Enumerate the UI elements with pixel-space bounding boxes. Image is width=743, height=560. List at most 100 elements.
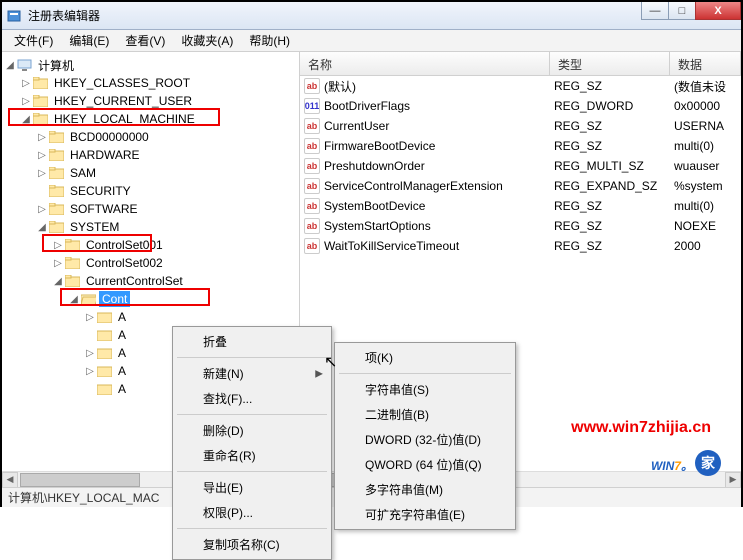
ctx-label: 新建(N): [203, 367, 244, 381]
ctx-permissions[interactable]: 权限(P)...: [175, 500, 329, 525]
expand-toggle[interactable]: ▷: [36, 168, 48, 179]
expand-toggle[interactable]: ◢: [4, 60, 16, 71]
expand-toggle[interactable]: ▷: [20, 96, 32, 107]
ctx-separator: [339, 373, 511, 374]
expand-toggle[interactable]: ▷: [84, 312, 96, 323]
folder-icon: [96, 310, 112, 324]
string-value-icon: ab: [304, 78, 320, 94]
tree-item-security[interactable]: ▷SECURITY: [36, 182, 299, 200]
maximize-button[interactable]: □: [668, 2, 696, 20]
list-row[interactable]: abSystemStartOptionsREG_SZ NOEXE: [300, 216, 741, 236]
value-data: multi(0): [670, 197, 741, 215]
list-body: ab(默认)REG_SZ(数值未设011BootDriverFlagsREG_D…: [300, 76, 741, 256]
ctx-new-binary[interactable]: 二进制值(B): [337, 402, 513, 427]
folder-open-icon: [80, 292, 96, 306]
ctx-new-string[interactable]: 字符串值(S): [337, 377, 513, 402]
folder-icon: [32, 76, 48, 90]
tree-item-cs001[interactable]: ▷ControlSet001: [52, 236, 299, 254]
list-row[interactable]: abCurrentUserREG_SZUSERNA: [300, 116, 741, 136]
tree-item-hklm[interactable]: ◢HKEY_LOCAL_MACHINE: [20, 110, 299, 128]
list-header: 名称 类型 数据: [300, 52, 741, 76]
expand-toggle[interactable]: ▷: [36, 150, 48, 161]
list-row[interactable]: ab(默认)REG_SZ(数值未设: [300, 76, 741, 96]
logo-dot: 。: [681, 459, 693, 473]
column-name[interactable]: 名称: [300, 52, 550, 75]
expand-toggle[interactable]: ▷: [84, 366, 96, 377]
tree-label: A: [115, 309, 129, 325]
expand-toggle[interactable]: ▷: [20, 78, 32, 89]
expand-toggle[interactable]: ▷: [36, 204, 48, 215]
value-data: %system: [670, 177, 741, 195]
ctx-separator: [177, 414, 327, 415]
ctx-new-key[interactable]: 项(K): [337, 345, 513, 370]
menu-help[interactable]: 帮助(H): [241, 30, 298, 51]
ctx-export[interactable]: 导出(E): [175, 475, 329, 500]
tree-item-bcd[interactable]: ▷ BCD00000000: [36, 128, 299, 146]
value-name: (默认): [324, 78, 356, 95]
ctx-delete[interactable]: 删除(D): [175, 418, 329, 443]
tree-item-hardware[interactable]: ▷HARDWARE: [36, 146, 299, 164]
ctx-new-qword[interactable]: QWORD (64 位)值(Q): [337, 452, 513, 477]
expand-toggle[interactable]: ◢: [20, 114, 32, 125]
menu-file[interactable]: 文件(F): [6, 30, 61, 51]
tree-item-hkcu[interactable]: ▷HKEY_CURRENT_USER: [20, 92, 299, 110]
string-value-icon: ab: [304, 138, 320, 154]
tree-item-ccs[interactable]: ◢ CurrentControlSet: [52, 272, 299, 290]
menu-view[interactable]: 查看(V): [117, 30, 173, 51]
folder-icon: [48, 220, 64, 234]
folder-icon: [32, 112, 48, 126]
list-row[interactable]: abFirmwareBootDeviceREG_SZmulti(0): [300, 136, 741, 156]
tree-item-system[interactable]: ◢SYSTEM: [36, 218, 299, 236]
scroll-thumb[interactable]: [20, 473, 140, 487]
tree-item-computer[interactable]: ◢ 计算机: [4, 56, 299, 74]
list-row[interactable]: 011BootDriverFlagsREG_DWORD0x00000: [300, 96, 741, 116]
ctx-new[interactable]: 新建(N)▶: [175, 361, 329, 386]
menu-edit[interactable]: 编辑(E): [61, 30, 117, 51]
tree-item-software[interactable]: ▷SOFTWARE: [36, 200, 299, 218]
expand-toggle[interactable]: ▷: [84, 348, 96, 359]
tree-label: CurrentControlSet: [83, 273, 186, 289]
ctx-copykeyname[interactable]: 复制项名称(C): [175, 532, 329, 557]
ctx-new-multistring[interactable]: 多字符串值(M): [337, 477, 513, 502]
expand-toggle[interactable]: ◢: [36, 222, 48, 233]
menu-favorites[interactable]: 收藏夹(A): [173, 30, 241, 51]
window-title: 注册表编辑器: [28, 7, 100, 24]
logo-pre: WIN: [651, 459, 674, 473]
value-data: (数值未设: [670, 76, 741, 97]
tree-item-cs002[interactable]: ▷ControlSet002: [52, 254, 299, 272]
list-row[interactable]: abSystemBootDeviceREG_SZmulti(0): [300, 196, 741, 216]
close-button[interactable]: X: [695, 2, 741, 20]
minimize-button[interactable]: —: [641, 2, 669, 20]
ctx-collapse[interactable]: 折叠: [175, 329, 329, 354]
column-type[interactable]: 类型: [550, 52, 670, 75]
ctx-rename[interactable]: 重命名(R): [175, 443, 329, 468]
list-row[interactable]: abWaitToKillServiceTimeoutREG_SZ2000: [300, 236, 741, 256]
tree-item-hkcr[interactable]: ▷HKEY_CLASSES_ROOT: [20, 74, 299, 92]
status-path: 计算机\HKEY_LOCAL_MAC: [8, 489, 159, 506]
expand-toggle[interactable]: ◢: [68, 294, 80, 305]
folder-icon: [48, 130, 64, 144]
column-data[interactable]: 数据: [670, 52, 741, 75]
list-row[interactable]: abPreshutdownOrderREG_MULTI_SZwuauser: [300, 156, 741, 176]
value-type: REG_SZ: [550, 117, 670, 135]
list-row[interactable]: abServiceControlManagerExtensionREG_EXPA…: [300, 176, 741, 196]
ctx-new-dword[interactable]: DWORD (32-位)值(D): [337, 427, 513, 452]
ctx-find[interactable]: 查找(F)...: [175, 386, 329, 411]
logo-seven: 7: [674, 459, 681, 473]
folder-icon: [96, 346, 112, 360]
tree-item[interactable]: ▷A: [84, 308, 299, 326]
expand-toggle[interactable]: ▷: [52, 240, 64, 251]
ctx-separator: [177, 471, 327, 472]
tree-label: A: [115, 363, 129, 379]
tree-label: BCD00000000: [67, 129, 152, 145]
scroll-left-arrow[interactable]: ◀: [2, 472, 18, 488]
value-type: REG_EXPAND_SZ: [550, 177, 670, 195]
tree-item-sam[interactable]: ▷SAM: [36, 164, 299, 182]
expand-toggle[interactable]: ◢: [52, 276, 64, 287]
folder-icon: [48, 166, 64, 180]
expand-toggle[interactable]: ▷: [52, 258, 64, 269]
scroll-right-arrow[interactable]: ▶: [725, 472, 741, 488]
expand-toggle[interactable]: ▷: [36, 132, 48, 143]
ctx-new-expandstring[interactable]: 可扩充字符串值(E): [337, 502, 513, 527]
tree-item-control[interactable]: ◢Cont: [68, 290, 299, 308]
